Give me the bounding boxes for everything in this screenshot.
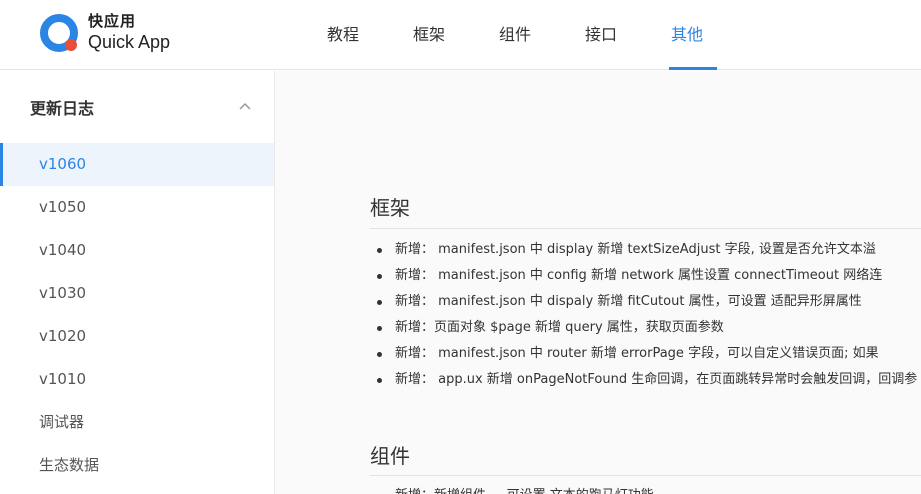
list-item: 新增： manifest.json 中 router 新增 errorPage … [370,341,921,367]
chevron-up-icon[interactable] [238,101,252,111]
sidebar: 更新日志 v1060 v1050 v1040 v1030 v1020 v1010… [0,71,275,494]
list-item: 新增： app.ux 新增 onPageNotFound 生命回调，在页面跳转异… [370,367,921,393]
sidebar-item-v1060[interactable]: v1060 [0,143,274,186]
components-list: 新增：新增组件 ... 可设置 文本的跑马灯功能 [370,483,921,494]
nav-tutorial[interactable]: 教程 [300,0,386,70]
quick-app-logo-icon[interactable] [40,14,80,54]
nav-other[interactable]: 其他 [644,0,730,70]
sidebar-item-v1040[interactable]: v1040 [0,229,274,272]
section-title-components: 组件 [370,444,410,468]
list-item: 新增： manifest.json 中 dispaly 新增 fitCutout… [370,289,921,315]
brand[interactable]: 快应用 Quick App [88,12,171,52]
nav-framework[interactable]: 框架 [386,0,472,70]
sidebar-list: v1060 v1050 v1040 v1030 v1020 v1010 调试器 … [0,143,274,487]
sidebar-item-debugger[interactable]: 调试器 [0,401,274,444]
section-divider [370,228,921,229]
sidebar-item-ecosystem-data[interactable]: 生态数据 [0,444,274,487]
sidebar-item-v1010[interactable]: v1010 [0,358,274,401]
section-title-framework: 框架 [370,196,410,220]
list-item: 新增：新增组件 ... 可设置 文本的跑马灯功能 [370,483,921,494]
sidebar-section-changelog[interactable]: 更新日志 [0,71,274,141]
sidebar-section-title: 更新日志 [30,99,95,118]
brand-name-cn: 快应用 [88,12,137,30]
nav-components[interactable]: 组件 [472,0,558,70]
top-nav: 教程 框架 组件 接口 其他 [300,0,730,70]
main-content: 框架 新增： manifest.json 中 display 新增 textSi… [275,71,921,494]
nav-api[interactable]: 接口 [558,0,644,70]
framework-list: 新增： manifest.json 中 display 新增 textSizeA… [370,237,921,393]
sidebar-item-v1020[interactable]: v1020 [0,315,274,358]
top-header: 快应用 Quick App 教程 框架 组件 接口 其他 [0,0,921,70]
sidebar-item-v1050[interactable]: v1050 [0,186,274,229]
list-item: 新增： manifest.json 中 config 新增 network 属性… [370,263,921,289]
brand-name-en: Quick App [88,32,171,52]
list-item: 新增：页面对象 $page 新增 query 属性，获取页面参数 [370,315,921,341]
section-divider [370,475,921,476]
sidebar-item-v1030[interactable]: v1030 [0,272,274,315]
list-item: 新增： manifest.json 中 display 新增 textSizeA… [370,237,921,263]
